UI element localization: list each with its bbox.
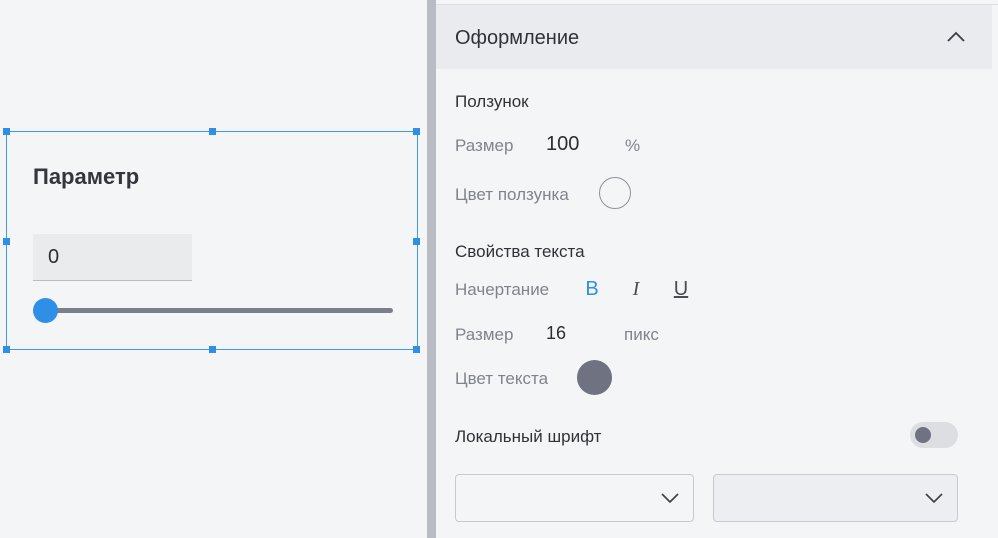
resize-handle-top[interactable] [209, 128, 216, 135]
chevron-down-icon [661, 493, 679, 504]
font-weight-select[interactable] [713, 474, 958, 522]
slider-color-label: Цвет ползунка [455, 185, 569, 204]
canvas[interactable]: Параметр 0 [0, 0, 427, 538]
slider-group-heading: Ползунок [455, 92, 529, 111]
resize-handle-bottom-right[interactable] [413, 346, 420, 353]
slider-track[interactable] [45, 308, 393, 313]
section-header-appearance[interactable]: Оформление [436, 5, 992, 69]
font-family-select[interactable] [455, 474, 694, 522]
text-group-heading: Свойства текста [455, 242, 585, 261]
toggle-knob [915, 427, 931, 443]
panel-splitter[interactable] [427, 0, 436, 538]
text-color-swatch[interactable] [577, 360, 612, 395]
slider-widget[interactable]: Параметр 0 [3, 128, 420, 353]
slider-color-swatch[interactable] [599, 177, 631, 209]
value-input[interactable]: 0 [33, 234, 192, 281]
resize-handle-right[interactable] [413, 238, 420, 245]
italic-button[interactable]: I [625, 278, 647, 301]
resize-handle-bottom[interactable] [209, 346, 216, 353]
chevron-up-icon[interactable] [947, 31, 965, 43]
slider-thumb[interactable] [33, 298, 58, 323]
text-size-label: Размер [455, 325, 514, 344]
resize-handle-bottom-left[interactable] [3, 346, 10, 353]
resize-handle-top-left[interactable] [3, 128, 10, 135]
slider-size-unit: % [625, 136, 641, 155]
local-font-toggle[interactable] [910, 422, 958, 448]
properties-panel: Оформление Ползунок Размер 100 % Цвет по… [436, 0, 998, 538]
section-title: Оформление [455, 27, 580, 49]
slider-size-input[interactable]: 100 [546, 133, 579, 156]
widget-title: Параметр [33, 164, 140, 189]
text-style-label: Начертание [455, 280, 550, 299]
resize-handle-top-right[interactable] [413, 128, 420, 135]
text-color-label: Цвет текста [455, 369, 549, 388]
slider-size-label: Размер [455, 136, 514, 155]
text-size-unit: пикс [624, 325, 659, 344]
resize-handle-left[interactable] [3, 238, 10, 245]
underline-button[interactable]: U [670, 278, 692, 301]
bold-button[interactable]: B [581, 278, 603, 301]
chevron-down-icon [925, 493, 943, 504]
text-size-input[interactable]: 16 [546, 323, 566, 344]
local-font-label: Локальный шрифт [455, 427, 602, 446]
